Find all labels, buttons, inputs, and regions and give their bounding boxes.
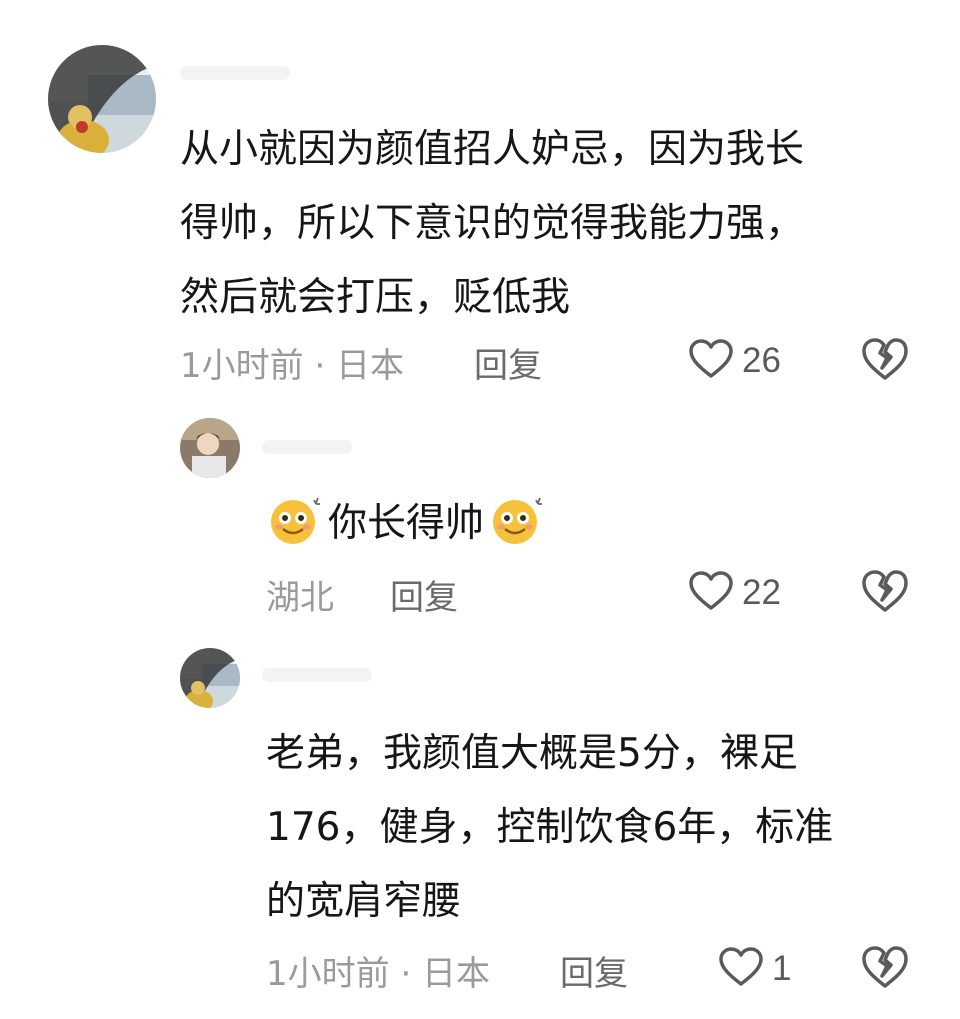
avatar[interactable] (48, 45, 156, 153)
car-window-avatar-icon (48, 45, 156, 153)
dislike-button[interactable] (860, 336, 910, 382)
comment-meta: 湖北 (266, 578, 334, 618)
avatar[interactable] (180, 648, 240, 708)
username[interactable] (262, 440, 352, 454)
broken-heart-icon (860, 338, 910, 386)
dislike-button[interactable] (860, 944, 910, 990)
heart-icon (688, 570, 734, 616)
like-count: 22 (742, 573, 781, 612)
dislike-button[interactable] (860, 568, 910, 614)
reply-button[interactable]: 回复 (474, 338, 542, 387)
comment-text-line: 老弟，我颜值大概是5分，裸足 (266, 731, 798, 776)
comment-text: 你长得帅 (328, 501, 485, 546)
comment-text-line: 的宽肩窄腰 (266, 879, 462, 924)
comment-text-line: 得帅，所以下意识的觉得我能力强， (180, 201, 805, 246)
comment-meta: 1小时前 · 日本 (180, 346, 405, 386)
broken-heart-icon (860, 570, 910, 618)
like-button[interactable]: 26 (688, 338, 781, 384)
username[interactable] (180, 66, 290, 80)
comment-text-line: 从小就因为颜值招人妒忌，因为我长 (180, 127, 805, 172)
like-count: 1 (772, 949, 792, 988)
like-button[interactable]: 22 (688, 570, 781, 616)
username[interactable] (262, 668, 372, 682)
broken-heart-icon (860, 946, 910, 994)
heart-icon (688, 338, 734, 384)
dizzy-smile-emoji-icon (266, 494, 324, 546)
dizzy-smile-emoji-icon (488, 494, 546, 546)
avatar[interactable] (180, 418, 240, 478)
like-count: 26 (742, 341, 781, 380)
heart-icon (718, 946, 764, 992)
car-window-avatar-icon (180, 648, 240, 708)
comment-text-line: 你长得帅 (266, 490, 546, 550)
reply-button[interactable]: 回复 (560, 946, 628, 995)
person-avatar-icon (180, 418, 240, 478)
comment-meta: 1小时前 · 日本 (266, 954, 491, 994)
comment-text-line: 176，健身，控制饮食6年，标准 (266, 805, 834, 850)
like-button[interactable]: 1 (718, 946, 791, 992)
comment-text-line: 然后就会打压，贬低我 (180, 275, 571, 320)
reply-button[interactable]: 回复 (390, 570, 458, 619)
